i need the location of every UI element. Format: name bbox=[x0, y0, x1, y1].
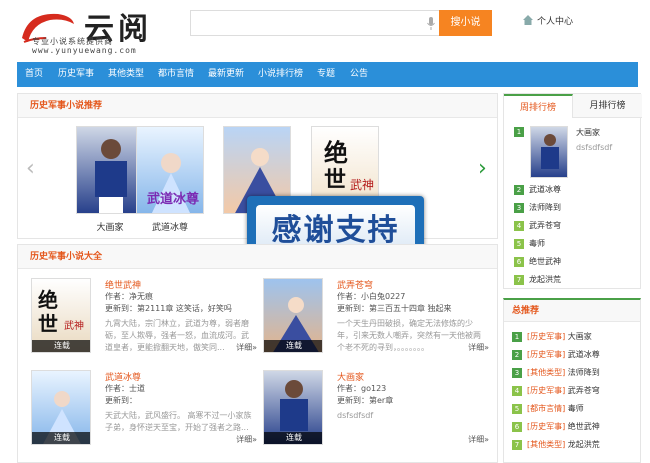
book-title[interactable]: 大画家 bbox=[337, 370, 364, 383]
ranking-item[interactable]: 7 龙起洪荒 bbox=[514, 274, 561, 288]
svg-text:武道冰尊: 武道冰尊 bbox=[147, 191, 199, 207]
svg-text:绝: 绝 bbox=[38, 288, 58, 312]
svg-text:绝: 绝 bbox=[324, 139, 348, 167]
nav-rankings[interactable]: 小说排行榜 bbox=[258, 62, 303, 87]
ranking-tabs: 周排行榜 月排行榜 bbox=[504, 94, 642, 118]
details-link[interactable]: 详细» bbox=[236, 434, 257, 445]
library-header: 历史军事小说大全 bbox=[18, 245, 497, 269]
svg-text:世: 世 bbox=[38, 312, 58, 336]
carousel-prev-icon[interactable]: ‹ bbox=[26, 158, 35, 180]
featured-title: 历史军事小说推荐 bbox=[30, 101, 103, 111]
rank-number: 1 bbox=[514, 127, 524, 137]
book-card[interactable]: 绝世武神 连载 绝世武神 作者：净无痕 更新到：第2111章 这笑话，好笑吗 九… bbox=[31, 278, 257, 360]
search-button[interactable]: 搜小说 bbox=[439, 10, 492, 36]
recommend-panel: 总推荐 1 [历史军事] 大画家 2 [历史军事] 武道冰尊 3 [其他类型] 法师降… bbox=[503, 298, 641, 463]
book-author: 作者：go123 bbox=[337, 384, 387, 393]
library-panel: 历史军事小说大全 绝世武神 连载 绝世武神 作者：净无痕 更新到：第2111章 … bbox=[17, 244, 498, 463]
book-author: 作者：净无痕 bbox=[105, 292, 153, 301]
book-updated: 更新到：第er章 bbox=[337, 396, 394, 405]
book-cover[interactable]: 武道冰尊 bbox=[136, 126, 204, 214]
nav-urban-romance[interactable]: 都市言情 bbox=[158, 62, 194, 87]
recommend-header: 总推荐 bbox=[504, 300, 640, 322]
ranking-item-top[interactable]: 1 bbox=[514, 127, 529, 141]
book-cover[interactable] bbox=[76, 126, 144, 214]
site-logo[interactable]: 云阅 专业小说系统提供商 www.yunyuewang.com bbox=[18, 4, 168, 56]
serial-status-badge: 连载 bbox=[32, 340, 90, 352]
recommend-item[interactable]: 1 [历史军事] 大画家 bbox=[512, 331, 592, 345]
serial-status-badge: 连载 bbox=[264, 340, 322, 352]
nav-other[interactable]: 其他类型 bbox=[108, 62, 144, 87]
recommend-item[interactable]: 6 [历史军事] 绝世武神 bbox=[512, 421, 600, 435]
book-title[interactable]: 绝世武神 bbox=[105, 278, 141, 291]
recommend-item[interactable]: 7 [其他类型] 龙起洪荒 bbox=[512, 439, 600, 453]
ranking-top-desc: dsfsdfsdf bbox=[576, 143, 613, 152]
tab-weekly[interactable]: 周排行榜 bbox=[504, 94, 573, 118]
book-cover[interactable]: 连载 bbox=[263, 278, 323, 353]
svg-text:世: 世 bbox=[324, 168, 346, 193]
main-nav: 首页 历史军事 其他类型 都市言情 最新更新 小说排行榜 专题 公告 bbox=[17, 62, 638, 87]
recommend-item[interactable]: 2 [历史军事] 武道冰尊 bbox=[512, 349, 600, 363]
search-input[interactable] bbox=[195, 14, 415, 32]
book-title[interactable]: 武道冰尊 bbox=[130, 220, 210, 233]
nav-history-military[interactable]: 历史军事 bbox=[58, 62, 94, 87]
ranking-panel: 周排行榜 月排行榜 1 大画家 dsfsdfsdf 2 武道冰尊 3 法师降到 4武… bbox=[503, 93, 642, 289]
book-title[interactable]: 武道冰尊 bbox=[105, 370, 141, 383]
book-description: dsfsdfsdf bbox=[337, 411, 374, 420]
book-cover[interactable]: 连载 bbox=[31, 370, 91, 445]
recommend-item[interactable]: 5 [都市言情] 毒师 bbox=[512, 403, 584, 417]
details-link[interactable]: 详细» bbox=[236, 342, 257, 353]
serial-status-badge: 连载 bbox=[32, 432, 90, 444]
microphone-icon[interactable] bbox=[427, 17, 435, 30]
ranking-item[interactable]: 3 法师降到 bbox=[514, 202, 561, 216]
nav-announcements[interactable]: 公告 bbox=[350, 62, 368, 87]
nav-latest[interactable]: 最新更新 bbox=[208, 62, 244, 87]
tab-monthly[interactable]: 月排行榜 bbox=[573, 94, 642, 118]
carousel-next-icon[interactable]: › bbox=[478, 158, 487, 180]
ranking-item[interactable]: 6 绝世武神 bbox=[514, 256, 561, 270]
logo-url: www.yunyuewang.com bbox=[32, 46, 137, 55]
book-author: 作者：士道 bbox=[105, 384, 145, 393]
book-updated: 更新到：第三百五十四章 独起来 bbox=[337, 304, 452, 313]
featured-header: 历史军事小说推荐 bbox=[18, 94, 497, 118]
search-box bbox=[190, 10, 440, 36]
book-cover[interactable] bbox=[530, 126, 568, 178]
ranking-top-title[interactable]: 大画家 bbox=[576, 127, 600, 141]
ranking-item[interactable]: 4 武弄苍穹 bbox=[514, 220, 561, 234]
football-player-illustration bbox=[95, 139, 127, 213]
book-description: 天武大陆，武风盛行。 高寒不过一小家族子弟，身怀逆天至宝，开始了强者之路... bbox=[105, 411, 252, 432]
svg-text:武神: 武神 bbox=[64, 319, 84, 332]
football-player-illustration bbox=[541, 134, 559, 169]
serial-status-badge: 连载 bbox=[264, 432, 322, 444]
book-updated: 更新到：第2111章 这笑话，好笑吗 bbox=[105, 304, 232, 313]
book-cover[interactable]: 连载 bbox=[263, 370, 323, 445]
recommend-item[interactable]: 4 [历史军事] 武弄苍穹 bbox=[512, 385, 600, 399]
site-header: 云阅 专业小说系统提供商 www.yunyuewang.com 搜小说 个人中心 bbox=[0, 0, 650, 62]
recommend-title: 总推荐 bbox=[512, 306, 540, 316]
library-title: 历史军事小说大全 bbox=[30, 252, 103, 262]
book-description: 九霄大陆，宗门林立，武道为尊，弱者磨砺，至人欺辱，强者一怒，血流成河。武道皇者，… bbox=[105, 319, 249, 352]
recommend-item[interactable]: 3 [其他类型] 法师降到 bbox=[512, 367, 600, 381]
book-updated: 更新到： bbox=[105, 396, 137, 405]
book-card[interactable]: 连载 武道冰尊 作者：士道 更新到： 天武大陆，武风盛行。 高寒不过一小家族子弟… bbox=[31, 370, 257, 452]
book-author: 作者：小白兔0227 bbox=[337, 292, 406, 301]
ranking-item[interactable]: 5 毒师 bbox=[514, 238, 545, 252]
nav-topics[interactable]: 专题 bbox=[317, 62, 335, 87]
details-link[interactable]: 详细» bbox=[468, 434, 489, 445]
ranking-item[interactable]: 2 武道冰尊 bbox=[514, 184, 561, 198]
svg-text:武神: 武神 bbox=[350, 178, 374, 192]
book-title[interactable]: 武弄苍穹 bbox=[337, 278, 373, 291]
book-card[interactable]: 连载 大画家 作者：go123 更新到：第er章 dsfsdfsdf 详细» bbox=[263, 370, 489, 452]
home-icon bbox=[523, 15, 533, 25]
book-cover[interactable]: 绝世武神 连载 bbox=[31, 278, 91, 353]
ice-warrior-illustration: 武道冰尊 bbox=[147, 153, 199, 213]
user-center-label: 个人中心 bbox=[537, 17, 574, 27]
details-link[interactable]: 详细» bbox=[468, 342, 489, 353]
nav-home[interactable]: 首页 bbox=[25, 62, 43, 87]
user-center-link[interactable]: 个人中心 bbox=[523, 14, 573, 27]
book-description: 一个天生丹田破损，确定无法修炼的少年，引来无数人嘲弄，突然有一天他被两个老不死的… bbox=[337, 319, 481, 352]
book-card[interactable]: 连载 武弄苍穹 作者：小白兔0227 更新到：第三百五十四章 独起来 一个天生丹… bbox=[263, 278, 489, 360]
